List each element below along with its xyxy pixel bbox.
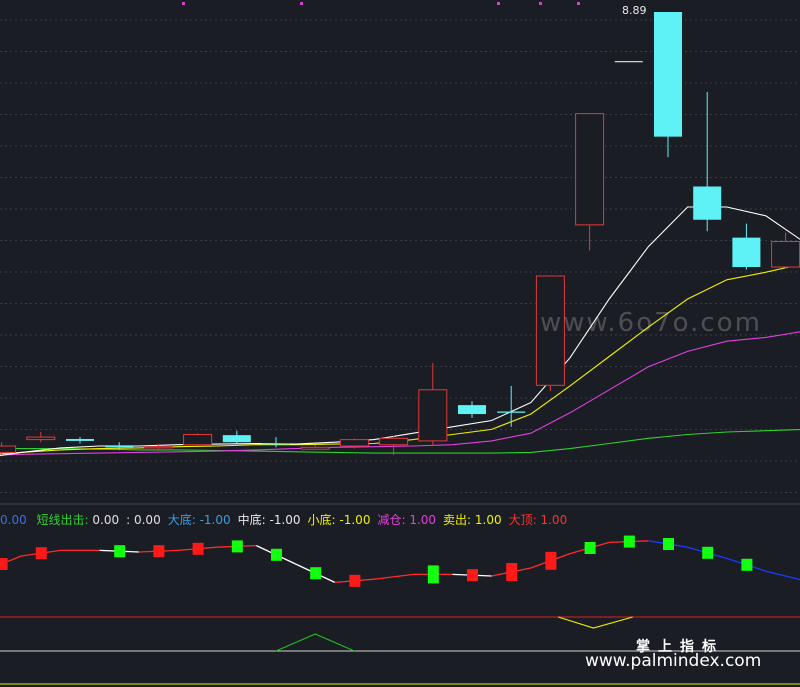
signal-line-yellow bbox=[558, 616, 633, 629]
candle-body-up bbox=[339, 439, 369, 447]
candle-body-down bbox=[105, 446, 134, 448]
candle-body-down bbox=[654, 12, 682, 137]
legend-item-label: 减仓: bbox=[377, 513, 410, 527]
legend-item: 小底: -1.00 bbox=[308, 513, 371, 527]
ma-line-yellow bbox=[0, 263, 800, 455]
legend-item-value: 0.00 bbox=[92, 513, 120, 527]
legend-item: 卖出: 1.00 bbox=[443, 513, 502, 527]
legend-item-label: 小底: bbox=[307, 513, 340, 527]
candle-body-up bbox=[26, 436, 56, 441]
indicator-bar-down bbox=[741, 558, 753, 571]
indicator-line-segment bbox=[373, 573, 414, 580]
legend-item: 中底: -1.00 bbox=[238, 513, 301, 527]
legend-item-label: 大底: bbox=[167, 513, 200, 527]
watermark-site-bottom: www.palmindex.com bbox=[585, 651, 762, 671]
legend-item-value: 1.00 bbox=[409, 513, 437, 527]
candle-body-up bbox=[0, 445, 17, 453]
legend-items: 短线出击: 0.00: 0.00 大底: -1.00 中底: -1.00 小底: -1… bbox=[37, 513, 575, 527]
legend-item: 减仓: 1.00 bbox=[377, 513, 436, 527]
candle-body-up bbox=[418, 389, 448, 442]
legend-item-value: 0.00 bbox=[133, 513, 161, 527]
indicator-bar-up bbox=[153, 545, 165, 558]
legend-item: 大底: -1.00 bbox=[168, 513, 231, 527]
indicator-bar-down bbox=[623, 535, 635, 548]
candle-body-up bbox=[143, 446, 173, 449]
legend-item-value: 1.00 bbox=[474, 513, 502, 527]
indicator-bar-up bbox=[467, 569, 478, 582]
marker-dot bbox=[300, 2, 303, 5]
candle-body-up bbox=[379, 437, 409, 446]
marker-dot bbox=[577, 2, 580, 5]
candle-body-flat bbox=[614, 61, 643, 63]
indicator-bar-up bbox=[545, 551, 557, 570]
legend-item-label: 中底: bbox=[237, 513, 270, 527]
legend-item-value: -1.00 bbox=[269, 513, 301, 527]
candle-body-up bbox=[183, 434, 213, 446]
chart-canvas bbox=[0, 2, 800, 685]
candle-body-up bbox=[771, 240, 800, 268]
indicator-bar-up bbox=[349, 574, 361, 587]
candle-body-down bbox=[222, 435, 251, 443]
candle-body-down bbox=[732, 237, 761, 268]
signal-line-green bbox=[275, 633, 355, 652]
candle-body-down bbox=[66, 438, 94, 441]
legend-item: : 0.00 bbox=[126, 513, 161, 527]
legend-item-value: -1.00 bbox=[339, 513, 371, 527]
indicator-bar-up bbox=[506, 563, 518, 581]
marker-dot bbox=[182, 2, 185, 5]
indicator-bar-down bbox=[310, 567, 322, 580]
candle-body-down bbox=[458, 405, 486, 415]
indicator-bar-up bbox=[35, 547, 47, 560]
candle-body-up bbox=[575, 113, 605, 226]
candle-body-down bbox=[497, 411, 526, 413]
candle-body-down bbox=[262, 443, 290, 445]
legend-item-label: 大顶: bbox=[508, 513, 541, 527]
legend-item-value: 1.00 bbox=[540, 513, 568, 527]
legend-item: 短线出击: 0.00 bbox=[37, 513, 120, 527]
marker-dot bbox=[497, 2, 500, 5]
candle-body-down bbox=[693, 186, 722, 220]
legend-item-label: 卖出: bbox=[443, 513, 475, 527]
legend-item-label: 短线出击: bbox=[36, 513, 93, 527]
legend-prefix: 0.00 bbox=[0, 513, 27, 527]
peak-price-label: 8.89 bbox=[622, 4, 647, 17]
indicator-legend: 0.00 短线出击: 0.00: 0.00 大底: -1.00 中底: -1.00 小… bbox=[0, 511, 580, 528]
watermark-site-top: www.6o7o.com bbox=[540, 308, 762, 338]
legend-item-label: : bbox=[126, 513, 134, 527]
indicator-bar-down bbox=[231, 540, 243, 553]
indicator-bar-down bbox=[114, 545, 126, 558]
indicator-bar-up bbox=[192, 542, 204, 555]
indicator-bar-down bbox=[663, 538, 674, 550]
legend-item: 大顶: 1.00 bbox=[509, 513, 568, 527]
indicator-bar-up bbox=[0, 558, 8, 570]
legend-item-value: -1.00 bbox=[199, 513, 231, 527]
chart-stage: 8.89 www.6o7o.com 0.00 短线出击: 0.00: 0.00 大… bbox=[0, 0, 800, 687]
marker-dot bbox=[539, 2, 542, 5]
indicator-bar-down bbox=[702, 546, 714, 559]
indicator-bar-down bbox=[271, 548, 282, 561]
indicator-bar-down bbox=[427, 565, 439, 584]
indicator-line-segment bbox=[765, 570, 800, 581]
indicator-bar-down bbox=[584, 542, 596, 554]
ma-line-magenta bbox=[0, 331, 800, 456]
candle-body-up bbox=[300, 446, 330, 450]
